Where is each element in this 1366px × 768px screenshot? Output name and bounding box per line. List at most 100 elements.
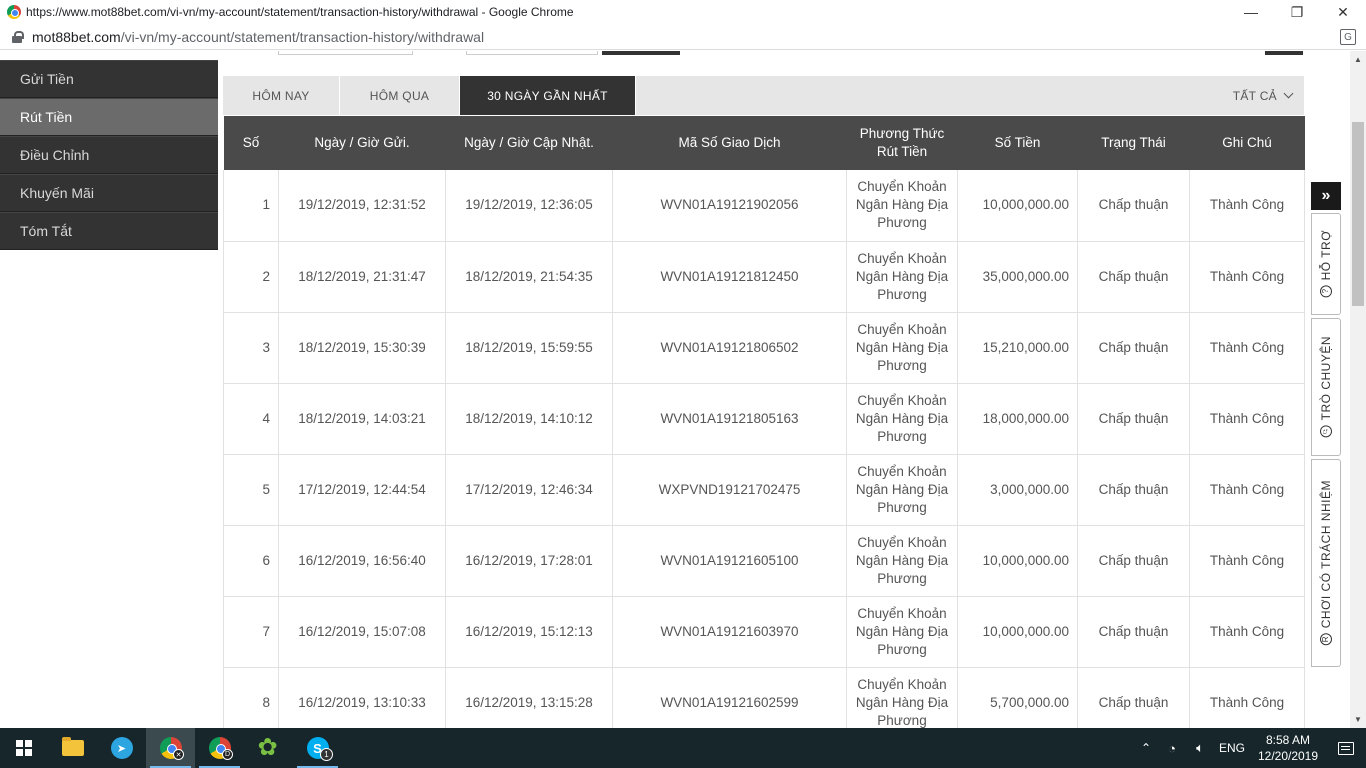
chrome-logo-icon (7, 5, 21, 19)
responsible-gaming-button[interactable]: R CHƠI CÓ TRÁCH NHIỆM (1311, 459, 1341, 667)
column-header-status: Trạng Thái (1077, 116, 1190, 170)
taskbar-skype[interactable]: S1 (293, 728, 342, 768)
tab-yesterday[interactable]: HÔM QUA (340, 76, 460, 115)
sidebar-item-deposit[interactable]: Gửi Tiền (0, 60, 218, 98)
cell-amount: 5,700,000.00 (957, 667, 1078, 728)
cell-note: Thành Công (1189, 525, 1305, 597)
sidebar-item-withdrawal[interactable]: Rút Tiền (0, 98, 218, 136)
top-right-button[interactable] (1265, 51, 1303, 55)
clock[interactable]: 8:58 AM 12/20/2019 (1250, 732, 1326, 764)
cell-transaction-id: WVN01A19121812450 (612, 241, 847, 313)
column-header-method: Phương Thức Rút Tiền (846, 116, 958, 170)
address-bar[interactable]: mot88bet.com/vi-vn/my-account/statement/… (0, 24, 1366, 50)
table-row: 3 18/12/2019, 15:30:39 18/12/2019, 15:59:5… (223, 312, 1305, 384)
collapse-panel-button[interactable]: » (1311, 182, 1341, 210)
cell-number: 5 (223, 454, 279, 526)
table-header-row: Số Ngày / Giờ Gửi. Ngày / Giờ Cập Nhật. … (223, 116, 1305, 170)
sidebar-item-promotion[interactable]: Khuyến Mãi (0, 174, 218, 212)
start-button[interactable] (0, 728, 48, 768)
cell-method: Chuyển Khoản Ngân Hàng Địa Phương (846, 596, 958, 668)
cell-number: 3 (223, 312, 279, 384)
date-from-input[interactable] (278, 51, 413, 55)
taskbar-chrome-second[interactable]: D (195, 728, 244, 768)
cell-updated-time: 18/12/2019, 14:10:12 (445, 383, 613, 455)
cell-number: 7 (223, 596, 279, 668)
close-button[interactable]: ✕ (1320, 0, 1366, 24)
tab-today[interactable]: HÔM NAY (223, 76, 340, 115)
cell-note: Thành Công (1189, 454, 1305, 526)
support-button[interactable]: ? HỖ TRỢ (1311, 213, 1341, 315)
cell-method: Chuyển Khoản Ngân Hàng Địa Phương (846, 383, 958, 455)
taskbar-file-explorer[interactable] (48, 728, 97, 768)
sidebar-item-summary[interactable]: Tóm Tắt (0, 212, 218, 250)
cell-note: Thành Công (1189, 241, 1305, 313)
column-header-amount: Số Tiền (957, 116, 1078, 170)
cell-transaction-id: WVN01A19121806502 (612, 312, 847, 384)
table-row: 4 18/12/2019, 14:03:21 18/12/2019, 14:10:1… (223, 383, 1305, 455)
skype-count-badge: 1 (320, 748, 333, 761)
responsible-gaming-icon: R (1320, 633, 1332, 646)
profile-d-badge-icon: D (222, 749, 233, 760)
cell-note: Thành Công (1189, 596, 1305, 668)
notification-icon (1338, 741, 1354, 755)
column-header-updated-time: Ngày / Giờ Cập Nhật. (445, 116, 613, 170)
cell-transaction-id: WVN01A19121805163 (612, 383, 847, 455)
taskbar-telegram[interactable]: ➤ (97, 728, 146, 768)
cell-sent-time: 16/12/2019, 16:56:40 (278, 525, 446, 597)
cell-number: 6 (223, 525, 279, 597)
cell-sent-time: 19/12/2019, 12:31:52 (278, 170, 446, 242)
status-filter-dropdown[interactable]: TẤT CẢ (1233, 76, 1304, 115)
volume-icon[interactable]: 🔈︎ (1186, 740, 1214, 756)
cell-note: Thành Công (1189, 667, 1305, 728)
tab-last-30-days[interactable]: 30 NGÀY GẦN NHẤT (460, 76, 636, 115)
cell-note: Thành Công (1189, 312, 1305, 384)
cell-sent-time: 17/12/2019, 12:44:54 (278, 454, 446, 526)
translate-icon[interactable]: G (1340, 29, 1356, 45)
icq-flower-icon (258, 734, 280, 762)
cell-amount: 35,000,000.00 (957, 241, 1078, 313)
transaction-table-container: Số Ngày / Giờ Gửi. Ngày / Giờ Cập Nhật. … (223, 116, 1305, 728)
action-center-button[interactable] (1326, 728, 1366, 768)
responsible-gaming-label: CHƠI CÓ TRÁCH NHIỆM (1319, 480, 1333, 629)
windows-logo-icon (16, 740, 32, 756)
cell-method: Chuyển Khoản Ngân Hàng Địa Phương (846, 312, 958, 384)
cell-transaction-id: WVN01A19121902056 (612, 170, 847, 242)
cell-number: 4 (223, 383, 279, 455)
cell-method: Chuyển Khoản Ngân Hàng Địa Phương (846, 525, 958, 597)
cell-transaction-id: WVN01A19121602599 (612, 667, 847, 728)
page-scrollbar[interactable]: ▲ ▼ (1350, 51, 1366, 728)
show-hidden-icons-icon[interactable]: ⌃ (1134, 741, 1158, 755)
scroll-up-arrow-icon[interactable]: ▲ (1350, 51, 1366, 68)
status-filter-label: TẤT CẢ (1232, 88, 1277, 103)
column-header-transaction-id: Mã Số Giao Dịch (612, 116, 847, 170)
cell-updated-time: 19/12/2019, 12:36:05 (445, 170, 613, 242)
browser-title-bar: https://www.mot88bet.com/vi-vn/my-accoun… (0, 0, 1366, 24)
cell-amount: 10,000,000.00 (957, 525, 1078, 597)
lock-icon[interactable] (12, 30, 24, 43)
cell-method: Chuyển Khoản Ngân Hàng Địa Phương (846, 667, 958, 728)
scroll-down-arrow-icon[interactable]: ▼ (1350, 711, 1366, 728)
restore-button[interactable]: ❐ (1274, 0, 1320, 24)
page-viewport: Gửi Tiền Rút Tiền Điều Chỉnh Khuyến Mãi … (0, 51, 1350, 728)
chat-button[interactable]: ♫ TRÒ CHUYỆN (1311, 318, 1341, 456)
cell-sent-time: 18/12/2019, 21:31:47 (278, 241, 446, 313)
wifi-icon[interactable]: ◔ (1158, 741, 1186, 756)
floating-help-panel: » ? HỖ TRỢ ♫ TRÒ CHUYỆN R CHƠI CÓ TRÁCH NHI… (1311, 182, 1341, 667)
date-to-input[interactable] (466, 51, 598, 55)
taskbar-chrome-active[interactable]: ✕ (146, 728, 195, 768)
date-range-tabs: HÔM NAY HÔM QUA 30 NGÀY GẦN NHẤT TẤT CẢ (223, 76, 1304, 115)
search-button[interactable] (602, 51, 680, 55)
sidebar-item-adjustment[interactable]: Điều Chỉnh (0, 136, 218, 174)
table-row: 7 16/12/2019, 15:07:08 16/12/2019, 15:12:1… (223, 596, 1305, 668)
cell-method: Chuyển Khoản Ngân Hàng Địa Phương (846, 170, 958, 242)
scrollbar-thumb[interactable] (1352, 122, 1364, 306)
folder-icon (61, 737, 84, 756)
minimize-button[interactable]: — (1228, 0, 1274, 24)
cell-sent-time: 16/12/2019, 15:07:08 (278, 596, 446, 668)
headset-icon: ♫ (1320, 425, 1332, 438)
cell-note: Thành Công (1189, 383, 1305, 455)
taskbar-icq[interactable] (244, 728, 293, 768)
cell-updated-time: 16/12/2019, 17:28:01 (445, 525, 613, 597)
cell-note: Thành Công (1189, 170, 1305, 242)
language-indicator[interactable]: ENG (1214, 741, 1250, 755)
